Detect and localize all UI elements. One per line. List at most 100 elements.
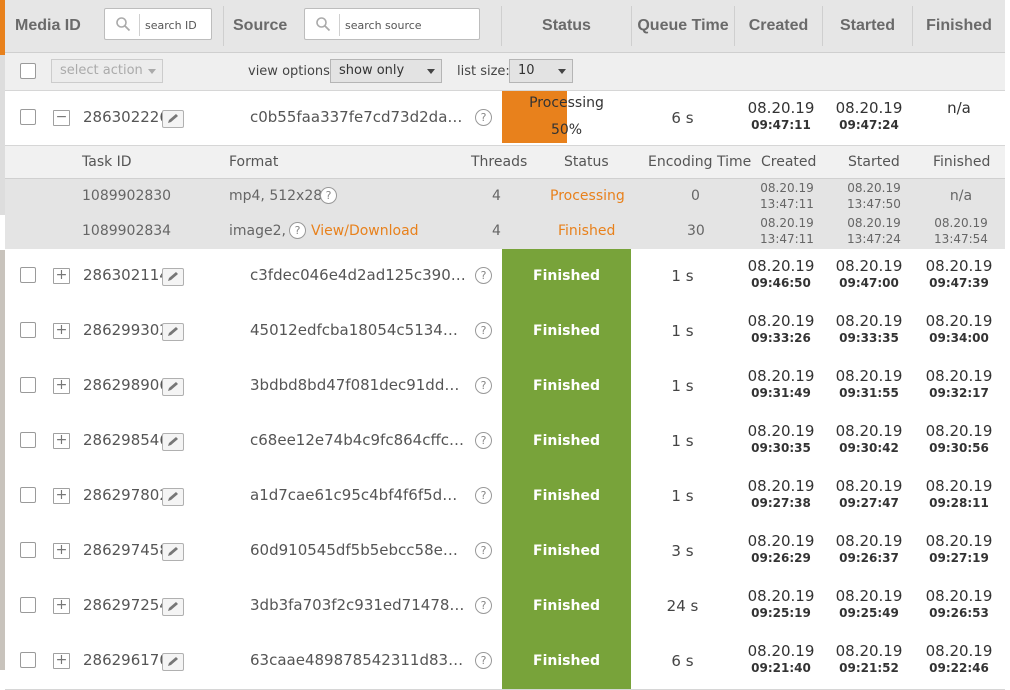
help-icon[interactable]: ? [475, 377, 492, 394]
expand-icon[interactable]: + [53, 488, 70, 504]
pencil-icon[interactable] [162, 543, 184, 561]
source-hash[interactable]: a1d7cae61c95c4bf4f6f5da101a… [250, 486, 466, 504]
help-icon[interactable]: ? [475, 267, 492, 284]
finished-date: 08.20.19 [925, 257, 993, 275]
help-icon[interactable]: ? [475, 109, 492, 126]
task-started: 08.20.19 13:47:50 [834, 180, 914, 212]
help-icon[interactable]: ? [475, 322, 492, 339]
created-time: 09:31:49 [751, 386, 811, 400]
show-only-dropdown[interactable]: show only [330, 59, 442, 83]
expand-icon[interactable]: + [53, 268, 70, 284]
finished-date: 08.20.19 [925, 312, 993, 330]
pencil-glyph [168, 437, 178, 446]
row-checkbox[interactable] [20, 322, 36, 338]
header-source[interactable]: Source [233, 0, 295, 52]
chevron-down-icon [427, 69, 435, 74]
header-status[interactable]: Status [502, 0, 631, 52]
expand-icon[interactable]: + [53, 543, 70, 559]
media-queue-app: Media ID Source Status Queue Time Create… [0, 0, 1010, 690]
source-hash[interactable]: c0b55faa337fe7cd73d2dafa15… [250, 108, 466, 126]
started-time: 09:21:52 [839, 661, 899, 675]
expand-icon[interactable]: + [53, 433, 70, 449]
table-row[interactable]: +286298906 3bdbd8bd47f081dec91dd11c7…? Fin… [5, 359, 1005, 415]
help-icon[interactable]: ? [475, 597, 492, 614]
help-icon[interactable]: ? [320, 187, 337, 204]
source-hash[interactable]: 3bdbd8bd47f081dec91dd11c7… [250, 376, 466, 394]
finished-time: 09:26:53 [929, 606, 989, 620]
table-row[interactable]: +286302114 c3fdec046e4d2ad125c390fb94…? Fi… [5, 249, 1005, 305]
table-row[interactable]: +286299302 45012edfcba18054c513462892…? Fi… [5, 304, 1005, 360]
table-row[interactable]: +286298546 c68ee12e74b4c9fc864cffc84e0…? F… [5, 414, 1005, 470]
help-icon[interactable]: ? [475, 432, 492, 449]
pencil-icon[interactable] [162, 433, 184, 451]
row-checkbox[interactable] [20, 597, 36, 613]
pencil-icon[interactable] [162, 378, 184, 396]
header-queue-time[interactable]: Queue Time [632, 0, 734, 52]
search-source-input[interactable] [345, 14, 455, 36]
finished-cell: 08.20.19 09:27:19 [913, 532, 1005, 566]
list-size-value: 10 [518, 63, 535, 78]
expand-icon[interactable]: + [53, 378, 70, 394]
select-action-dropdown[interactable]: select action [51, 59, 163, 83]
list-size-dropdown[interactable]: 10 [509, 59, 573, 83]
task-created-time: 13:47:11 [760, 197, 814, 211]
row-checkbox[interactable] [20, 652, 36, 668]
help-icon[interactable]: ? [475, 487, 492, 504]
task-status: Finished [558, 223, 616, 239]
task-finished-date: n/a [949, 188, 973, 204]
row-checkbox[interactable] [20, 267, 36, 283]
table-row-expanded[interactable]: − 286302226 c0b55faa337fe7cd73d2dafa15… … [5, 91, 1005, 146]
expand-icon[interactable]: + [53, 323, 70, 339]
search-icon [116, 17, 131, 32]
created-time: 09:21:40 [751, 661, 811, 675]
row-checkbox[interactable] [20, 377, 36, 393]
header-created[interactable]: Created [735, 0, 822, 52]
pencil-icon[interactable] [162, 268, 184, 286]
created-cell: 08.20.19 09:30:35 [735, 422, 827, 456]
source-hash[interactable]: c68ee12e74b4c9fc864cffc84e0… [250, 431, 466, 449]
finished-time: 09:28:11 [929, 496, 989, 510]
started-cell: 08.20.19 09:21:52 [823, 642, 915, 676]
created-date: 08.20.19 [747, 367, 815, 385]
pencil-icon[interactable] [162, 110, 184, 128]
source-hash[interactable]: 45012edfcba18054c513462892… [250, 321, 466, 339]
started-time: 09:47:00 [839, 276, 899, 290]
source-hash[interactable]: 63caae489878542311d832b0b… [250, 651, 466, 669]
header-started[interactable]: Started [823, 0, 912, 52]
table-row[interactable]: +286297254 3db3fa703f2c931ed71478618d…? Fi… [5, 579, 1005, 635]
header-media-id[interactable]: Media ID [15, 0, 95, 52]
row-checkbox[interactable] [20, 487, 36, 503]
row-checkbox[interactable] [20, 432, 36, 448]
table-row[interactable]: +286297802 a1d7cae61c95c4bf4f6f5da101a…? F… [5, 469, 1005, 525]
help-icon[interactable]: ? [475, 652, 492, 669]
source-hash[interactable]: 3db3fa703f2c931ed71478618d… [250, 596, 466, 614]
pencil-icon[interactable] [162, 488, 184, 506]
subheader-threads: Threads [471, 154, 528, 170]
table-row[interactable]: +286296170 63caae489878542311d832b0b…? Fin… [5, 634, 1005, 690]
subheader-encoding-time: Encoding Time [648, 154, 752, 170]
header-finished[interactable]: Finished [913, 0, 1005, 52]
subheader-task-id: Task ID [82, 154, 132, 170]
pencil-icon[interactable] [162, 653, 184, 671]
row-checkbox[interactable] [20, 109, 36, 125]
search-source-box[interactable] [304, 8, 480, 40]
pencil-icon[interactable] [162, 598, 184, 616]
pencil-icon[interactable] [162, 323, 184, 341]
collapse-icon[interactable]: − [53, 110, 70, 126]
help-icon[interactable]: ? [475, 542, 492, 559]
select-all-checkbox[interactable] [20, 63, 36, 79]
started-time: 09:27:47 [839, 496, 899, 510]
expand-icon[interactable]: + [53, 653, 70, 669]
row-checkbox[interactable] [20, 542, 36, 558]
created-cell: 08.20.19 09:27:38 [735, 477, 827, 511]
expand-icon[interactable]: + [53, 598, 70, 614]
show-only-label: show only [339, 63, 405, 78]
search-id-box[interactable] [104, 8, 255, 40]
source-hash[interactable]: c3fdec046e4d2ad125c390fb94… [250, 266, 466, 284]
table-row[interactable]: +286297458 60d910545df5b5ebcc58ecbb1…? Fin… [5, 524, 1005, 580]
source-hash[interactable]: 60d910545df5b5ebcc58ecbb1… [250, 541, 466, 559]
view-download-link[interactable]: View/Download [311, 223, 419, 239]
table-header: Media ID Source Status Queue Time Create… [5, 0, 1005, 53]
help-icon[interactable]: ? [289, 222, 306, 239]
created-cell: 08.20.19 09:31:49 [735, 367, 827, 401]
